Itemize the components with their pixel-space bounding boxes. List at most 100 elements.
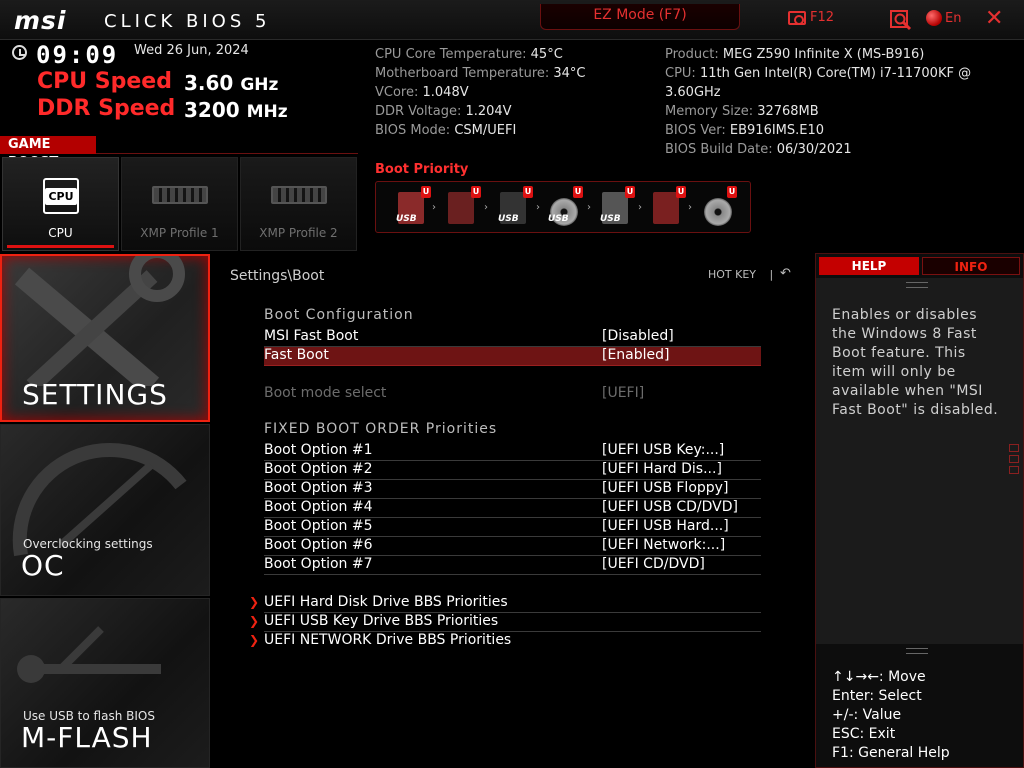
help-text: Enables or disables the Windows 8 Fast B… [832,307,999,418]
side-handle[interactable] [1009,444,1019,477]
screenshot-label: F12 [810,10,835,25]
scroll-grip-icon[interactable] [906,648,928,654]
sysinfo-line: BIOS Ver: EB916IMS.E10 [665,121,1024,140]
usb-text: USB [396,214,417,224]
hotkey-separator: | [769,268,774,281]
setting-value: [UEFI USB Floppy] [602,480,729,496]
divider [96,153,358,154]
hotkey-text: HOT KEY [708,268,757,281]
submenu-uefi-hard-disk-bbs[interactable]: ❯ UEFI Hard Disk Drive BBS Priorities [249,594,761,613]
scroll-grip-icon[interactable] [906,282,928,288]
setting-label: Fast Boot [264,347,329,363]
sysinfo-key: CPU: [665,66,700,81]
profile-xmp-1[interactable]: XMP Profile 1 [121,157,238,251]
ez-mode-button[interactable]: EZ Mode (F7) [540,4,740,30]
key-legend-item: ↑↓→←: Move [832,669,926,685]
sysinfo-key: Product: [665,47,723,62]
ddr-speed-label: DDR Speed [37,96,176,121]
setting-label: MSI Fast Boot [264,328,359,344]
boot-option-5[interactable]: Boot Option #5 [UEFI USB Hard...] [264,518,761,537]
setting-label: Boot Option #7 [264,556,373,572]
network-icon[interactable]: U [651,186,686,226]
language-button[interactable]: En [926,10,961,26]
hard-disk-icon[interactable]: U [446,186,481,226]
memory-module-icon [271,186,327,204]
setting-label: Boot mode select [264,385,387,401]
uefi-badge: U [523,186,533,198]
close-button[interactable]: ✕ [985,6,1003,32]
usb-hard-disk-icon[interactable]: USB U [600,186,635,226]
boot-priority-bar: USB U › U › USB U › USB U › USB U › U › … [375,181,751,233]
setting-fast-boot[interactable]: Fast Boot [Enabled] [264,347,761,366]
nav-mflash[interactable]: Use USB to flash BIOS M-FLASH [0,598,210,768]
key-legend-item: ESC: Exit [832,726,896,742]
sysinfo-line: Memory Size: 32768MB [665,102,1024,121]
sysinfo-right: Product: MEG Z590 Infinite X (MS-B916) C… [665,45,1024,159]
submenu-label: UEFI NETWORK Drive BBS Priorities [264,632,512,648]
cd-dvd-icon[interactable]: U [702,186,737,226]
arrow-icon: › [484,202,488,213]
setting-value: [UEFI CD/DVD] [602,556,705,572]
setting-label: Boot Option #6 [264,537,373,553]
hotkey-label[interactable]: HOT KEY | [708,268,773,281]
sysinfo-key: Motherboard Temperature: [375,66,554,81]
submenu-label: UEFI USB Key Drive BBS Priorities [264,613,499,629]
sysinfo-value: CSM/UEFI [454,123,517,138]
ddr-speed-unit: MHz [246,102,288,122]
boot-option-7[interactable]: Boot Option #7 [UEFI CD/DVD] [264,556,761,575]
profile-label: CPU [48,226,73,240]
key-legend-item: F1: General Help [832,745,950,761]
submenu-uefi-usb-key-bbs[interactable]: ❯ UEFI USB Key Drive BBS Priorities [249,613,761,632]
sysinfo-line: BIOS Build Date: 06/30/2021 [665,140,1024,159]
usb-text: USB [600,214,621,224]
sysinfo-key: BIOS Build Date: [665,142,777,157]
uefi-badge: U [676,186,686,198]
sysinfo-value: 11th Gen Intel(R) Core(TM) i7-11700KF @ … [665,66,972,100]
top-bar: msi CLICK BIOS 5 EZ Mode (F7) F12 En ✕ [0,0,1024,40]
back-icon[interactable]: ↶ [780,266,791,281]
setting-value: [Enabled] [602,347,670,363]
boot-option-2[interactable]: Boot Option #2 [UEFI Hard Dis...] [264,461,761,480]
setting-value: [Disabled] [602,328,674,344]
tab-info[interactable]: INFO [922,257,1020,275]
sysinfo-key: VCore: [375,85,423,100]
nav-oc[interactable]: Overclocking settings OC [0,424,210,596]
setting-msi-fast-boot[interactable]: MSI Fast Boot [Disabled] [264,328,761,347]
tab-help[interactable]: HELP [819,257,919,275]
sysinfo-key: DDR Voltage: [375,104,466,119]
boot-option-1[interactable]: Boot Option #1 [UEFI USB Key:...] [264,442,761,461]
arrow-icon: › [536,202,540,213]
usb-key-icon[interactable]: USB U [396,186,431,226]
boot-option-6[interactable]: Boot Option #6 [UEFI Network:...] [264,537,761,556]
usb-text: USB [548,214,569,224]
breadcrumb: Settings\Boot [230,268,325,284]
globe-icon [926,10,942,26]
uefi-badge: U [625,186,635,198]
clock-icon [12,45,27,60]
boot-option-3[interactable]: Boot Option #3 [UEFI USB Floppy] [264,480,761,499]
sysinfo-left: CPU Core Temperature: 45°C Motherboard T… [375,45,586,140]
sysinfo-value: 34°C [553,66,586,81]
device-body [653,192,679,224]
sysinfo-value: 45°C [530,47,563,62]
profile-cpu[interactable]: CPU CPU [2,157,119,251]
setting-value: [UEFI USB CD/DVD] [602,499,739,515]
help-body: Enables or disables the Windows 8 Fast B… [816,278,1023,654]
boot-option-4[interactable]: Boot Option #4 [UEFI USB CD/DVD] [264,499,761,518]
usb-cd-icon[interactable]: USB U [548,186,583,226]
side-handle-mark [1009,466,1019,474]
setting-value: [UEFI Network:...] [602,537,726,553]
boot-priority-title: Boot Priority [375,162,469,177]
screenshot-button[interactable]: F12 [788,10,834,25]
key-legend: ↑↓→←: Move Enter: Select +/-: Value ESC:… [832,668,950,763]
profile-xmp-2[interactable]: XMP Profile 2 [240,157,357,251]
product-title: CLICK BIOS 5 [104,11,271,32]
setting-value: [UEFI USB Hard...] [602,518,729,534]
nav-settings[interactable]: SETTINGS [0,254,210,422]
ddr-speed-value: 3200 MHz [184,98,288,122]
setting-boot-mode-select: Boot mode select [UEFI] [264,385,761,404]
setting-label: Boot Option #2 [264,461,373,477]
usb-floppy-icon[interactable]: USB U [498,186,533,226]
submenu-uefi-network-bbs[interactable]: ❯ UEFI NETWORK Drive BBS Priorities [249,632,761,651]
search-button[interactable] [890,9,912,31]
